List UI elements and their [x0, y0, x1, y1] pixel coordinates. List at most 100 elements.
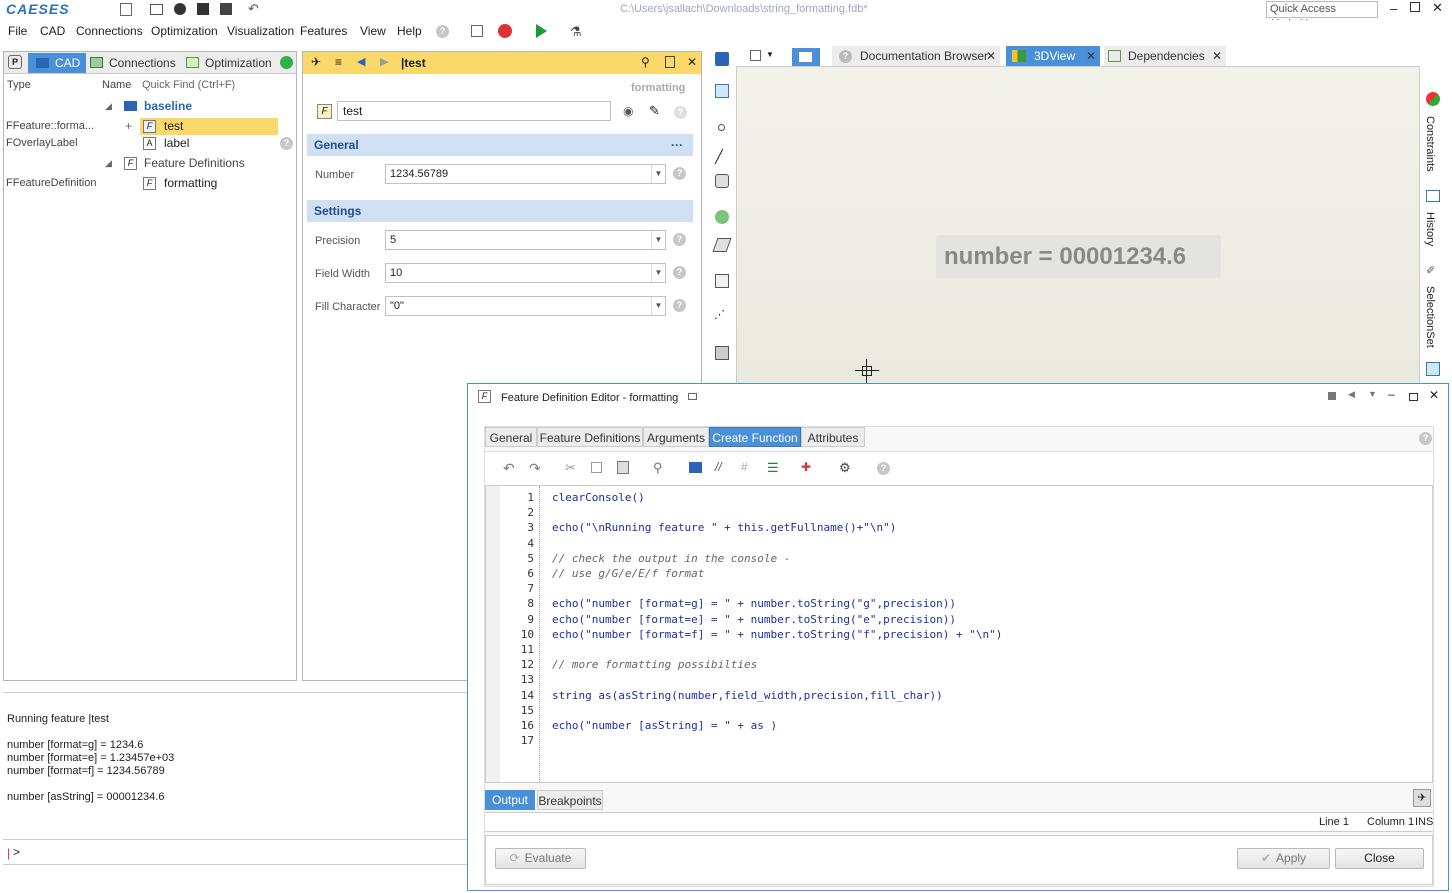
- restore-icon[interactable]: [688, 393, 697, 400]
- tree-row-baseline[interactable]: ◢ baseline: [4, 98, 296, 115]
- section-settings[interactable]: Settings: [307, 200, 693, 222]
- help-icon[interactable]: ?: [673, 167, 686, 180]
- tab-3dview[interactable]: 3DView ✕: [1006, 46, 1100, 66]
- side-tab-selectionset[interactable]: SelectionSet: [1424, 286, 1436, 348]
- side-tab-history[interactable]: History: [1424, 212, 1436, 246]
- camera-icon[interactable]: [1426, 362, 1440, 376]
- dropdown-arrow-icon[interactable]: ▼: [651, 264, 665, 282]
- maximize-icon[interactable]: [1410, 2, 1420, 12]
- open-folder-icon[interactable]: [150, 4, 163, 15]
- help-icon[interactable]: ?: [673, 266, 686, 279]
- fill-character-combo[interactable]: "0" ▼: [385, 296, 666, 316]
- constraints-icon[interactable]: [1426, 92, 1440, 106]
- folder-icon[interactable]: [715, 52, 729, 66]
- indent-icon[interactable]: ☰: [767, 460, 779, 476]
- tree-row-test[interactable]: FFeature::forma... + F test: [4, 118, 296, 135]
- flask-icon[interactable]: ⚗: [570, 24, 582, 40]
- menu-file[interactable]: File: [8, 24, 27, 38]
- menu-features[interactable]: Features: [300, 24, 347, 38]
- pin-icon[interactable]: ✈: [1413, 789, 1431, 807]
- more-icon[interactable]: ···: [671, 134, 683, 156]
- overlay-label[interactable]: number = 00001234.6: [936, 235, 1221, 278]
- maximize-icon[interactable]: [1409, 393, 1418, 401]
- list-icon[interactable]: ≡: [335, 55, 342, 69]
- close-icon[interactable]: ✕: [986, 46, 996, 66]
- help-icon[interactable]: ?: [1419, 432, 1432, 445]
- menu-cad[interactable]: CAD: [40, 24, 65, 38]
- tree-row-formatting[interactable]: FFeatureDefinition F formatting: [4, 175, 296, 192]
- close-project-icon[interactable]: [174, 3, 186, 15]
- undo-icon[interactable]: ↶: [503, 460, 515, 477]
- tab-cad[interactable]: CAD: [28, 53, 86, 73]
- selection-icon[interactable]: ✐: [1426, 264, 1435, 277]
- dropdown-arrow-icon[interactable]: ▼: [651, 165, 665, 183]
- solid-icon[interactable]: [715, 346, 729, 360]
- search-icon[interactable]: ⚲: [641, 55, 650, 69]
- uncomment-icon[interactable]: #: [741, 460, 748, 474]
- help-icon[interactable]: ?: [877, 462, 890, 475]
- close-icon[interactable]: ✕: [1086, 46, 1096, 66]
- menu-connections[interactable]: Connections: [76, 24, 143, 38]
- tab-optimization[interactable]: Optimization: [186, 53, 278, 73]
- minimize-icon[interactable]: –: [1388, 387, 1395, 401]
- tab-documentation-browser[interactable]: ? Documentation Browser ✕: [832, 46, 1000, 66]
- menu-view[interactable]: View: [360, 24, 386, 38]
- menu-help[interactable]: Help: [397, 24, 422, 38]
- close-icon[interactable]: ✕: [1432, 0, 1443, 16]
- dropdown-arrow-icon[interactable]: ▼: [766, 50, 774, 59]
- tab-attributes[interactable]: Attributes: [801, 427, 865, 447]
- undo-icon[interactable]: ↶: [248, 1, 259, 17]
- help-icon[interactable]: ?: [674, 106, 687, 119]
- history-icon[interactable]: [1426, 190, 1440, 202]
- paste-icon[interactable]: [617, 461, 629, 474]
- menu-visualization[interactable]: Visualization: [227, 24, 294, 38]
- tab-connections[interactable]: Connections: [90, 53, 180, 73]
- close-icon[interactable]: ✕: [687, 55, 697, 69]
- cut-icon[interactable]: ✂: [565, 460, 576, 476]
- stop-icon[interactable]: [498, 24, 512, 38]
- quick-access-input[interactable]: Quick Access (Ctrl+Q): [1266, 1, 1378, 30]
- help-icon[interactable]: ?: [673, 233, 686, 246]
- tab-create-function[interactable]: Create Function: [709, 427, 801, 447]
- close-button[interactable]: Close: [1335, 848, 1424, 869]
- layout-icon[interactable]: [750, 50, 761, 61]
- view-icon[interactable]: [715, 84, 729, 98]
- expand-plus-icon[interactable]: +: [125, 118, 132, 135]
- tab-general[interactable]: General: [485, 427, 537, 447]
- help-icon[interactable]: ?: [280, 137, 293, 150]
- section-general[interactable]: General ···: [307, 134, 693, 156]
- help-icon[interactable]: ?: [436, 25, 449, 38]
- col-type[interactable]: Type: [7, 79, 31, 91]
- expand-arrow-icon[interactable]: ◢: [105, 155, 112, 172]
- folder-tab[interactable]: [792, 48, 820, 66]
- tree-row-label[interactable]: FOverlayLabel A label ?: [4, 135, 296, 152]
- evaluate-button[interactable]: ⟳ Evaluate: [495, 848, 586, 869]
- run-icon[interactable]: [536, 24, 547, 38]
- col-name[interactable]: Name: [102, 79, 131, 91]
- debug-icon[interactable]: ⚙: [839, 460, 851, 476]
- precision-combo[interactable]: 5 ▼: [385, 230, 666, 250]
- copy-icon[interactable]: [591, 462, 602, 473]
- pin-icon[interactable]: ✈: [311, 55, 321, 69]
- point-icon[interactable]: [718, 124, 725, 131]
- block-icon[interactable]: [715, 274, 729, 288]
- feature-name-input[interactable]: test: [337, 101, 611, 121]
- close-icon[interactable]: ✕: [1429, 388, 1439, 402]
- plane-icon[interactable]: [712, 238, 732, 252]
- save-as-icon[interactable]: [220, 3, 232, 15]
- find-icon[interactable]: ⚲: [653, 460, 663, 476]
- tree-row-feature-definitions[interactable]: ◢ F Feature Definitions: [4, 155, 296, 172]
- console-input[interactable]: | >: [3, 839, 473, 865]
- forward-icon[interactable]: ▶: [380, 55, 388, 68]
- tab-breakpoints[interactable]: Breakpoints: [537, 790, 603, 810]
- eye-icon[interactable]: ◉: [623, 104, 633, 118]
- redo-icon[interactable]: ↷: [529, 460, 541, 477]
- menu-optimization[interactable]: Optimization: [151, 24, 218, 38]
- tab-arguments[interactable]: Arguments: [643, 427, 709, 447]
- save-icon[interactable]: [197, 3, 209, 15]
- curve-icon[interactable]: ╱: [715, 149, 729, 164]
- stop-icon[interactable]: [1328, 392, 1336, 400]
- close-icon[interactable]: ✕: [1212, 46, 1222, 66]
- 3d-viewport[interactable]: number = 00001234.6: [736, 66, 1420, 384]
- open-icon[interactable]: [689, 462, 702, 473]
